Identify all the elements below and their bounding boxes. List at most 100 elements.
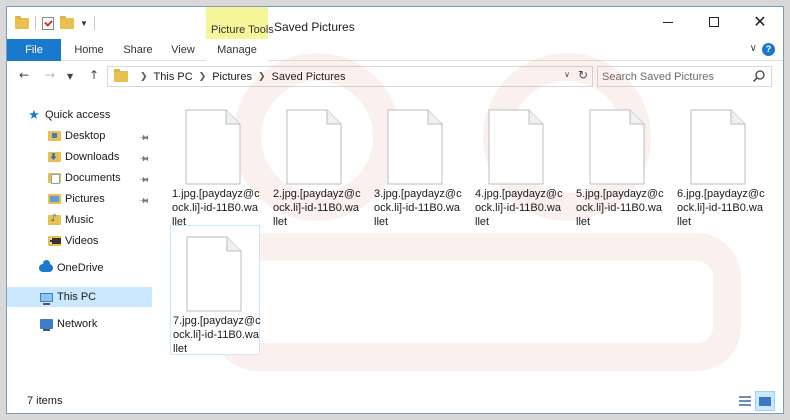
window-title: Saved Pictures	[274, 20, 355, 34]
large-icons-view-icon[interactable]	[755, 391, 775, 411]
blank-file-icon	[186, 236, 242, 312]
file-name: 4.jpg.[paydayz@cock.li]-id-11B0.wallet	[475, 188, 563, 228]
file-name: 2.jpg.[paydayz@cock.li]-id-11B0.wallet	[273, 188, 361, 228]
file-item[interactable]: 5.jpg.[paydayz@cock.li]-id-11B0.wallet	[574, 99, 664, 229]
file-item[interactable]: 6.jpg.[paydayz@cock.li]-id-11B0.wallet	[675, 99, 765, 229]
picture-tools-label: Picture Tools	[211, 24, 274, 36]
file-name: 6.jpg.[paydayz@cock.li]-id-11B0.wallet	[677, 188, 765, 228]
file-name: 5.jpg.[paydayz@cock.li]-id-11B0.wallet	[576, 188, 664, 228]
address-bar[interactable]: ❯ This PC ❯ Pictures ❯ Saved Pictures ∨ …	[107, 66, 593, 87]
tab-view[interactable]: View	[167, 39, 199, 61]
navigation-pane: ★ Quick access Desktop 🖈 Downloads 🖈 Doc…	[7, 99, 157, 379]
sidebar-item-network[interactable]: Network	[7, 314, 152, 334]
blank-file-icon	[488, 109, 544, 185]
search-box[interactable]	[597, 66, 772, 87]
sidebar-item-label: Downloads	[65, 151, 120, 163]
maximize-icon	[709, 17, 719, 27]
address-row: ← → ▼ ↑ ❯ This PC ❯ Pictures ❯ Saved Pic…	[7, 62, 783, 90]
search-input[interactable]	[598, 67, 748, 86]
network-icon	[39, 317, 53, 331]
breadcrumb-this-pc[interactable]: This PC	[154, 71, 193, 83]
properties-icon[interactable]	[42, 16, 54, 30]
file-item[interactable]: 2.jpg.[paydayz@cock.li]-id-11B0.wallet	[271, 99, 361, 229]
pictures-folder-icon	[47, 192, 61, 206]
file-item[interactable]: 3.jpg.[paydayz@cock.li]-id-11B0.wallet	[372, 99, 462, 229]
music-folder-icon	[47, 213, 61, 227]
help-icon[interactable]: ?	[762, 43, 775, 56]
minimize-button[interactable]	[645, 7, 691, 37]
folder-icon	[114, 69, 128, 82]
videos-folder-icon	[47, 234, 61, 248]
file-item[interactable]: 1.jpg.[paydayz@cock.li]-id-11B0.wallet	[170, 99, 260, 229]
pin-icon[interactable]: 🖈	[135, 192, 152, 209]
pin-icon[interactable]: 🖈	[135, 171, 152, 188]
ribbon-tabs: File Home Share View Manage ∨ ?	[7, 39, 783, 61]
file-list: 1.jpg.[paydayz@cock.li]-id-11B0.wallet 2…	[162, 95, 782, 385]
toolbar-separator	[35, 16, 36, 30]
sidebar-item-label: Music	[65, 214, 94, 226]
toolbar-separator	[93, 16, 95, 30]
breadcrumb-pictures[interactable]: Pictures	[212, 71, 252, 83]
desktop-folder-icon	[47, 129, 61, 143]
tab-manage[interactable]: Manage	[206, 39, 268, 61]
file-item[interactable]: 7.jpg.[paydayz@cock.li]-id-11B0.wallet	[170, 225, 261, 355]
title-bar: ▼ Picture Tools Saved Pictures ✕	[7, 7, 783, 39]
up-arrow-icon[interactable]: ↑	[89, 68, 99, 82]
onedrive-cloud-icon	[39, 260, 53, 275]
tab-share[interactable]: Share	[117, 39, 159, 61]
quick-access-toolbar: ▼	[15, 15, 95, 30]
folder-icon[interactable]	[15, 15, 29, 29]
tab-file[interactable]: File	[7, 39, 61, 61]
sidebar-item-desktop[interactable]: Desktop 🖈	[7, 126, 152, 146]
file-name: 1.jpg.[paydayz@cock.li]-id-11B0.wallet	[172, 188, 260, 228]
status-bar: 7 items	[7, 389, 783, 413]
sidebar-item-pictures[interactable]: Pictures 🖈	[7, 189, 152, 209]
star-icon: ★	[28, 107, 40, 123]
file-name: 3.jpg.[paydayz@cock.li]-id-11B0.wallet	[374, 188, 462, 228]
new-folder-icon[interactable]	[60, 15, 74, 29]
tab-home[interactable]: Home	[69, 39, 109, 61]
minimize-icon	[663, 21, 673, 23]
recent-locations-chevron-icon[interactable]: ▼	[67, 72, 73, 81]
breadcrumb-chevron-icon[interactable]: ❯	[258, 71, 266, 82]
address-history-chevron-icon[interactable]: ∨	[564, 70, 570, 79]
close-icon: ✕	[753, 12, 767, 31]
sidebar-item-onedrive[interactable]: OneDrive	[7, 258, 152, 278]
breadcrumb-saved-pictures[interactable]: Saved Pictures	[272, 71, 346, 83]
downloads-folder-icon	[47, 150, 61, 164]
blank-file-icon	[690, 109, 746, 185]
sidebar-item-label: Desktop	[65, 130, 106, 142]
expand-ribbon-chevron-icon[interactable]: ∨	[750, 43, 757, 54]
documents-folder-icon	[47, 171, 61, 185]
blank-file-icon	[387, 109, 443, 185]
computer-icon	[39, 290, 53, 305]
blank-file-icon	[589, 109, 645, 185]
breadcrumb-chevron-icon[interactable]: ❯	[199, 71, 207, 82]
pin-icon[interactable]: 🖈	[135, 129, 152, 146]
customize-toolbar-chevron-icon[interactable]: ▼	[80, 19, 88, 28]
sidebar-item-label: This PC	[57, 291, 97, 303]
sidebar-item-downloads[interactable]: Downloads 🖈	[7, 147, 152, 167]
picture-tools-context-group: Picture Tools	[206, 7, 274, 39]
pin-icon[interactable]: 🖈	[135, 150, 152, 167]
forward-arrow-icon[interactable]: →	[45, 68, 55, 82]
sidebar-item-documents[interactable]: Documents 🖈	[7, 168, 152, 188]
search-icon[interactable]	[752, 69, 766, 83]
details-view-icon[interactable]	[737, 393, 753, 409]
sidebar-item-label: OneDrive	[57, 262, 104, 274]
back-arrow-icon[interactable]: ←	[19, 68, 29, 82]
file-item[interactable]: 4.jpg.[paydayz@cock.li]-id-11B0.wallet	[473, 99, 563, 229]
sidebar-item-videos[interactable]: Videos	[7, 231, 152, 251]
sidebar-item-label: Network	[57, 318, 98, 330]
refresh-icon[interactable]: ↻	[578, 68, 588, 82]
sidebar-item-label: Quick access	[45, 109, 111, 121]
sidebar-item-this-pc[interactable]: This PC	[7, 287, 152, 307]
file-name: 7.jpg.[paydayz@cock.li]-id-11B0.wallet	[173, 315, 261, 355]
breadcrumb-chevron-icon[interactable]: ❯	[140, 71, 148, 82]
maximize-button[interactable]	[691, 7, 737, 37]
file-explorer-window: ▼ Picture Tools Saved Pictures ✕ File Ho…	[6, 6, 784, 414]
close-button[interactable]: ✕	[737, 7, 783, 37]
sidebar-item-music[interactable]: Music	[7, 210, 152, 230]
sidebar-item-quick-access[interactable]: ★ Quick access	[7, 105, 152, 125]
sidebar-item-label: Documents	[65, 172, 121, 184]
